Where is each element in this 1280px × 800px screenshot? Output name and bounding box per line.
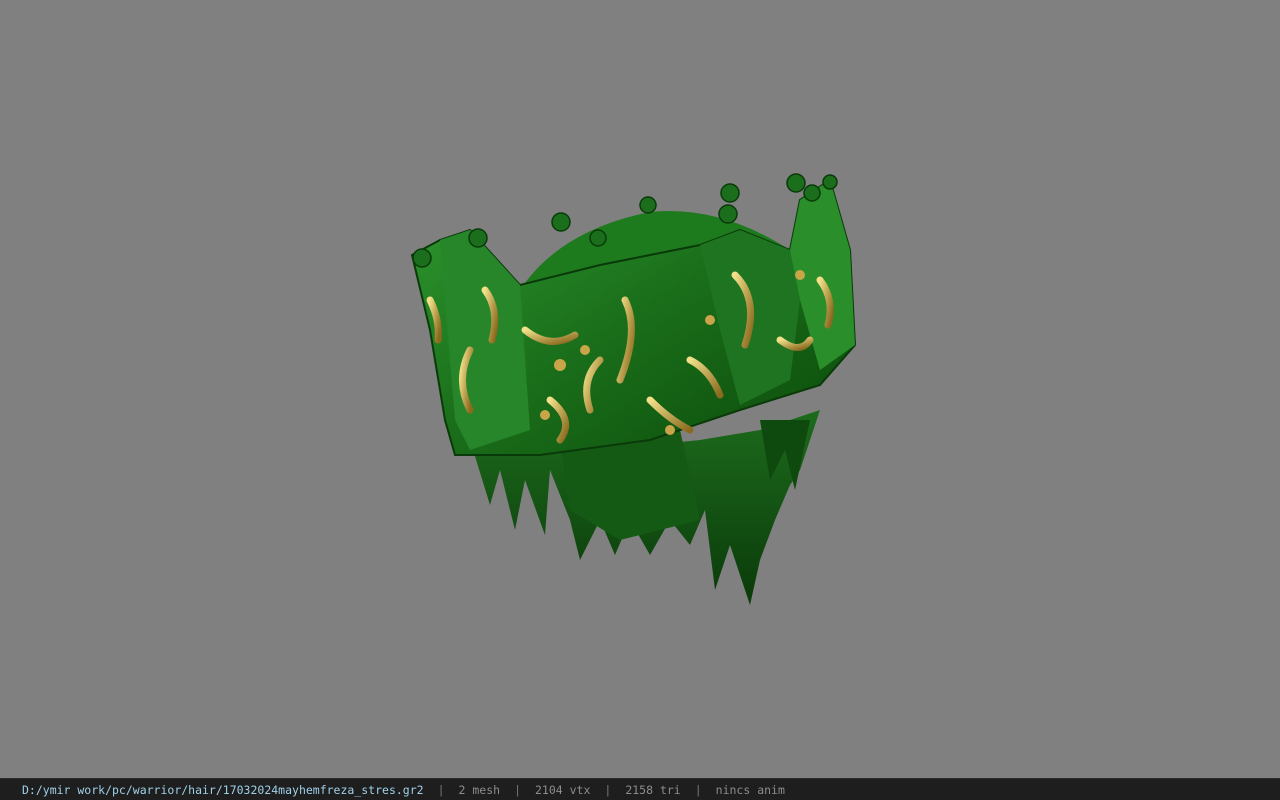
file-path: D:/ymir work/pc/warrior/hair/17032024may… xyxy=(22,782,424,797)
separator: | xyxy=(514,782,521,797)
separator: | xyxy=(437,782,445,797)
mesh-count: 2 mesh xyxy=(458,782,501,797)
separator: | xyxy=(604,782,612,797)
crown-hair-model xyxy=(410,173,857,605)
animation-status: nincs anim xyxy=(715,782,785,797)
separator: | xyxy=(694,782,702,797)
vertex-count: 2104 vtx xyxy=(535,782,591,797)
3d-viewport[interactable] xyxy=(0,0,1280,778)
triangle-count: 2158 tri xyxy=(625,782,681,797)
status-bar: D:/ymir work/pc/warrior/hair/17032024may… xyxy=(0,778,1280,800)
